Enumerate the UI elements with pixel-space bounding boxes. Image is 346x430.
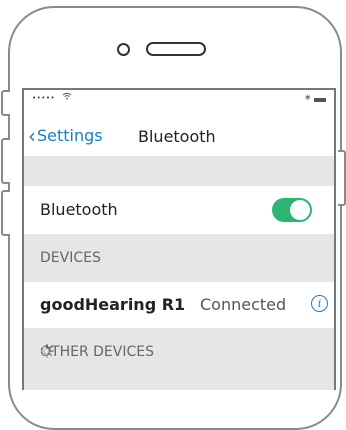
volume-down-button — [1, 190, 10, 236]
loading-spinner-icon — [40, 344, 54, 362]
toggle-knob — [290, 200, 310, 220]
devices-section-label: DEVICES — [40, 250, 101, 266]
signal-strength: ••••• — [32, 94, 56, 102]
navigation-bar: ‹ Settings Bluetooth — [24, 122, 334, 152]
info-icon[interactable]: i — [311, 295, 328, 312]
volume-up-button — [1, 138, 10, 184]
device-status: Connected — [200, 295, 287, 314]
mute-switch — [1, 90, 10, 116]
other-devices-section-header: OTHER DEVICES — [24, 328, 334, 390]
back-button-label: Settings — [37, 126, 103, 145]
chevron-left-icon: ‹ — [28, 123, 36, 148]
bluetooth-status-icon: ∗ — [304, 93, 312, 103]
back-button[interactable]: ‹ Settings — [28, 123, 103, 148]
bluetooth-setting-row: Bluetooth — [24, 186, 334, 234]
device-name: goodHearing R1 — [40, 295, 186, 314]
bluetooth-label: Bluetooth — [40, 200, 118, 219]
wifi-icon — [62, 92, 72, 102]
section-spacer — [24, 156, 334, 186]
device-row-goodhearing[interactable]: goodHearing R1 Connected i — [24, 282, 334, 328]
other-devices-label: OTHER DEVICES — [40, 344, 154, 360]
earpiece-speaker — [146, 42, 206, 56]
power-button — [338, 150, 346, 206]
devices-section-header: DEVICES — [24, 234, 334, 282]
phone-screen: ••••• ∗ ‹ Settings Bluetooth Bluetooth D… — [22, 88, 336, 390]
bluetooth-toggle[interactable] — [272, 198, 312, 222]
battery-icon — [314, 98, 326, 102]
page-title: Bluetooth — [138, 127, 216, 146]
front-camera — [117, 43, 130, 56]
status-bar: ••••• ∗ — [24, 90, 334, 112]
